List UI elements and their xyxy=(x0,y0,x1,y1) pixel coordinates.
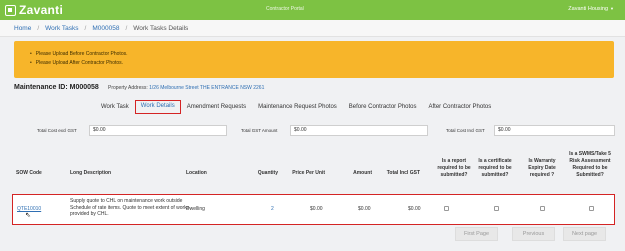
total-cost-incl-gst-label: Total Cost Incl GST xyxy=(446,128,485,133)
certificate-required-checkbox[interactable] xyxy=(494,206,499,211)
user-name: Zavanti Housing xyxy=(568,6,609,12)
logo-text: Zavanti xyxy=(19,3,64,17)
property-address: Property Address: 1/26 Melbourne Street … xyxy=(108,85,264,91)
property-address-value: 1/26 Melbourne Street THE ENTRANCE NSW 2… xyxy=(149,85,265,91)
amount: $0.00 xyxy=(358,206,371,212)
breadcrumb-work-tasks[interactable]: Work Tasks xyxy=(45,25,78,32)
breadcrumb: Home / Work Tasks / M000058 / Work Tasks… xyxy=(0,20,625,37)
tab-work-details[interactable]: Work Details xyxy=(134,100,181,114)
col-certificate-required[interactable]: Is a certificate required to be submitte… xyxy=(475,158,515,179)
table-row[interactable]: QTE10010 ⇖ Supply quote to CHL on mainte… xyxy=(12,194,615,225)
col-swms-required[interactable]: Is a SWMS/Take 5 Risk Assessment Require… xyxy=(566,151,614,179)
total-gst-amount-label: Total GST Amount xyxy=(241,128,278,133)
col-report-required[interactable]: Is a report required to be submitted? xyxy=(436,158,472,179)
table-header: SOW Code Long Description Location Quant… xyxy=(0,150,625,193)
previous-button[interactable]: Previous xyxy=(512,227,555,241)
alert-item: • Please Upload Before Contractor Photos. xyxy=(30,50,614,59)
breadcrumb-separator: / xyxy=(125,24,128,32)
first-page-button[interactable]: First Page xyxy=(455,227,498,241)
chevron-down-icon: ▼ xyxy=(610,6,614,11)
long-description: Supply quote to CHL on maintenance work … xyxy=(70,198,190,217)
col-amount[interactable]: Amount xyxy=(340,170,372,177)
next-page-button[interactable]: Next page xyxy=(563,227,606,241)
tab-after-contractor-photos[interactable]: After Contractor Photos xyxy=(423,100,498,114)
breadcrumb-current: Work Tasks Details xyxy=(133,24,189,32)
maintenance-id-value: M000058 xyxy=(69,84,99,91)
swms-required-checkbox[interactable] xyxy=(589,206,594,211)
breadcrumb-home[interactable]: Home xyxy=(14,25,31,32)
alert-text: Please Upload After Contractor Photos. xyxy=(35,60,124,66)
quantity: 2 xyxy=(271,206,274,212)
total-cost-excl-gst-label: Total Cost excl GST xyxy=(37,128,77,133)
user-menu[interactable]: Zavanti Housing ▼ xyxy=(568,6,614,12)
tab-amendment-requests[interactable]: Amendment Requests xyxy=(181,100,252,114)
zavanti-logo[interactable]: Zavanti xyxy=(5,3,63,17)
total-gst-amount-field[interactable]: $0.00 xyxy=(290,125,428,136)
bullet-icon: • xyxy=(30,60,32,66)
price-per-unit: $0.00 xyxy=(310,206,323,212)
col-sow-code[interactable]: SOW Code xyxy=(16,170,42,177)
col-total-incl-gst[interactable]: Total Incl GST xyxy=(380,170,420,177)
cursor-icon: ⇖ xyxy=(25,212,31,219)
col-location[interactable]: Location xyxy=(186,170,207,177)
tab-before-contractor-photos[interactable]: Before Contractor Photos xyxy=(343,100,423,114)
alert-text: Please Upload Before Contractor Photos. xyxy=(35,51,128,57)
totals-row: Total Cost excl GST $0.00 Total GST Amou… xyxy=(0,125,625,137)
warranty-expiry-checkbox[interactable] xyxy=(540,206,545,211)
alert-item: • Please Upload After Contractor Photos. xyxy=(30,59,614,68)
maintenance-id-heading: Maintenance ID: M000058 xyxy=(14,84,99,91)
property-address-label: Property Address: xyxy=(108,85,148,91)
breadcrumb-separator: / xyxy=(37,24,40,32)
portal-label: Contractor Portal xyxy=(266,6,304,12)
breadcrumb-separator: / xyxy=(84,24,87,32)
col-quantity[interactable]: Quantity xyxy=(245,170,278,177)
report-required-checkbox[interactable] xyxy=(444,206,449,211)
tab-maintenance-request-photos[interactable]: Maintenance Request Photos xyxy=(252,100,343,114)
logo-icon xyxy=(5,4,16,16)
col-warranty-expiry[interactable]: Is Warranty Expiry Date required ? xyxy=(525,158,559,179)
top-bar: Zavanti Contractor Portal Zavanti Housin… xyxy=(0,0,625,20)
total-cost-excl-gst-field[interactable]: $0.00 xyxy=(89,125,227,136)
breadcrumb-maintenance-id[interactable]: M000058 xyxy=(92,25,119,32)
col-long-description[interactable]: Long Description xyxy=(70,170,111,177)
maintenance-id-label: Maintenance ID: xyxy=(14,84,68,91)
total-incl-gst: $0.00 xyxy=(408,206,421,212)
location: Dwelling xyxy=(186,206,205,212)
upload-alert: • Please Upload Before Contractor Photos.… xyxy=(14,41,614,78)
tab-work-task[interactable]: Work Task xyxy=(95,100,135,114)
col-price-per-unit[interactable]: Price Per Unit xyxy=(285,170,325,177)
detail-tabs: Work Task Work Details Amendment Request… xyxy=(95,100,497,114)
total-cost-incl-gst-field[interactable]: $0.00 xyxy=(494,125,615,136)
bullet-icon: • xyxy=(30,51,32,57)
